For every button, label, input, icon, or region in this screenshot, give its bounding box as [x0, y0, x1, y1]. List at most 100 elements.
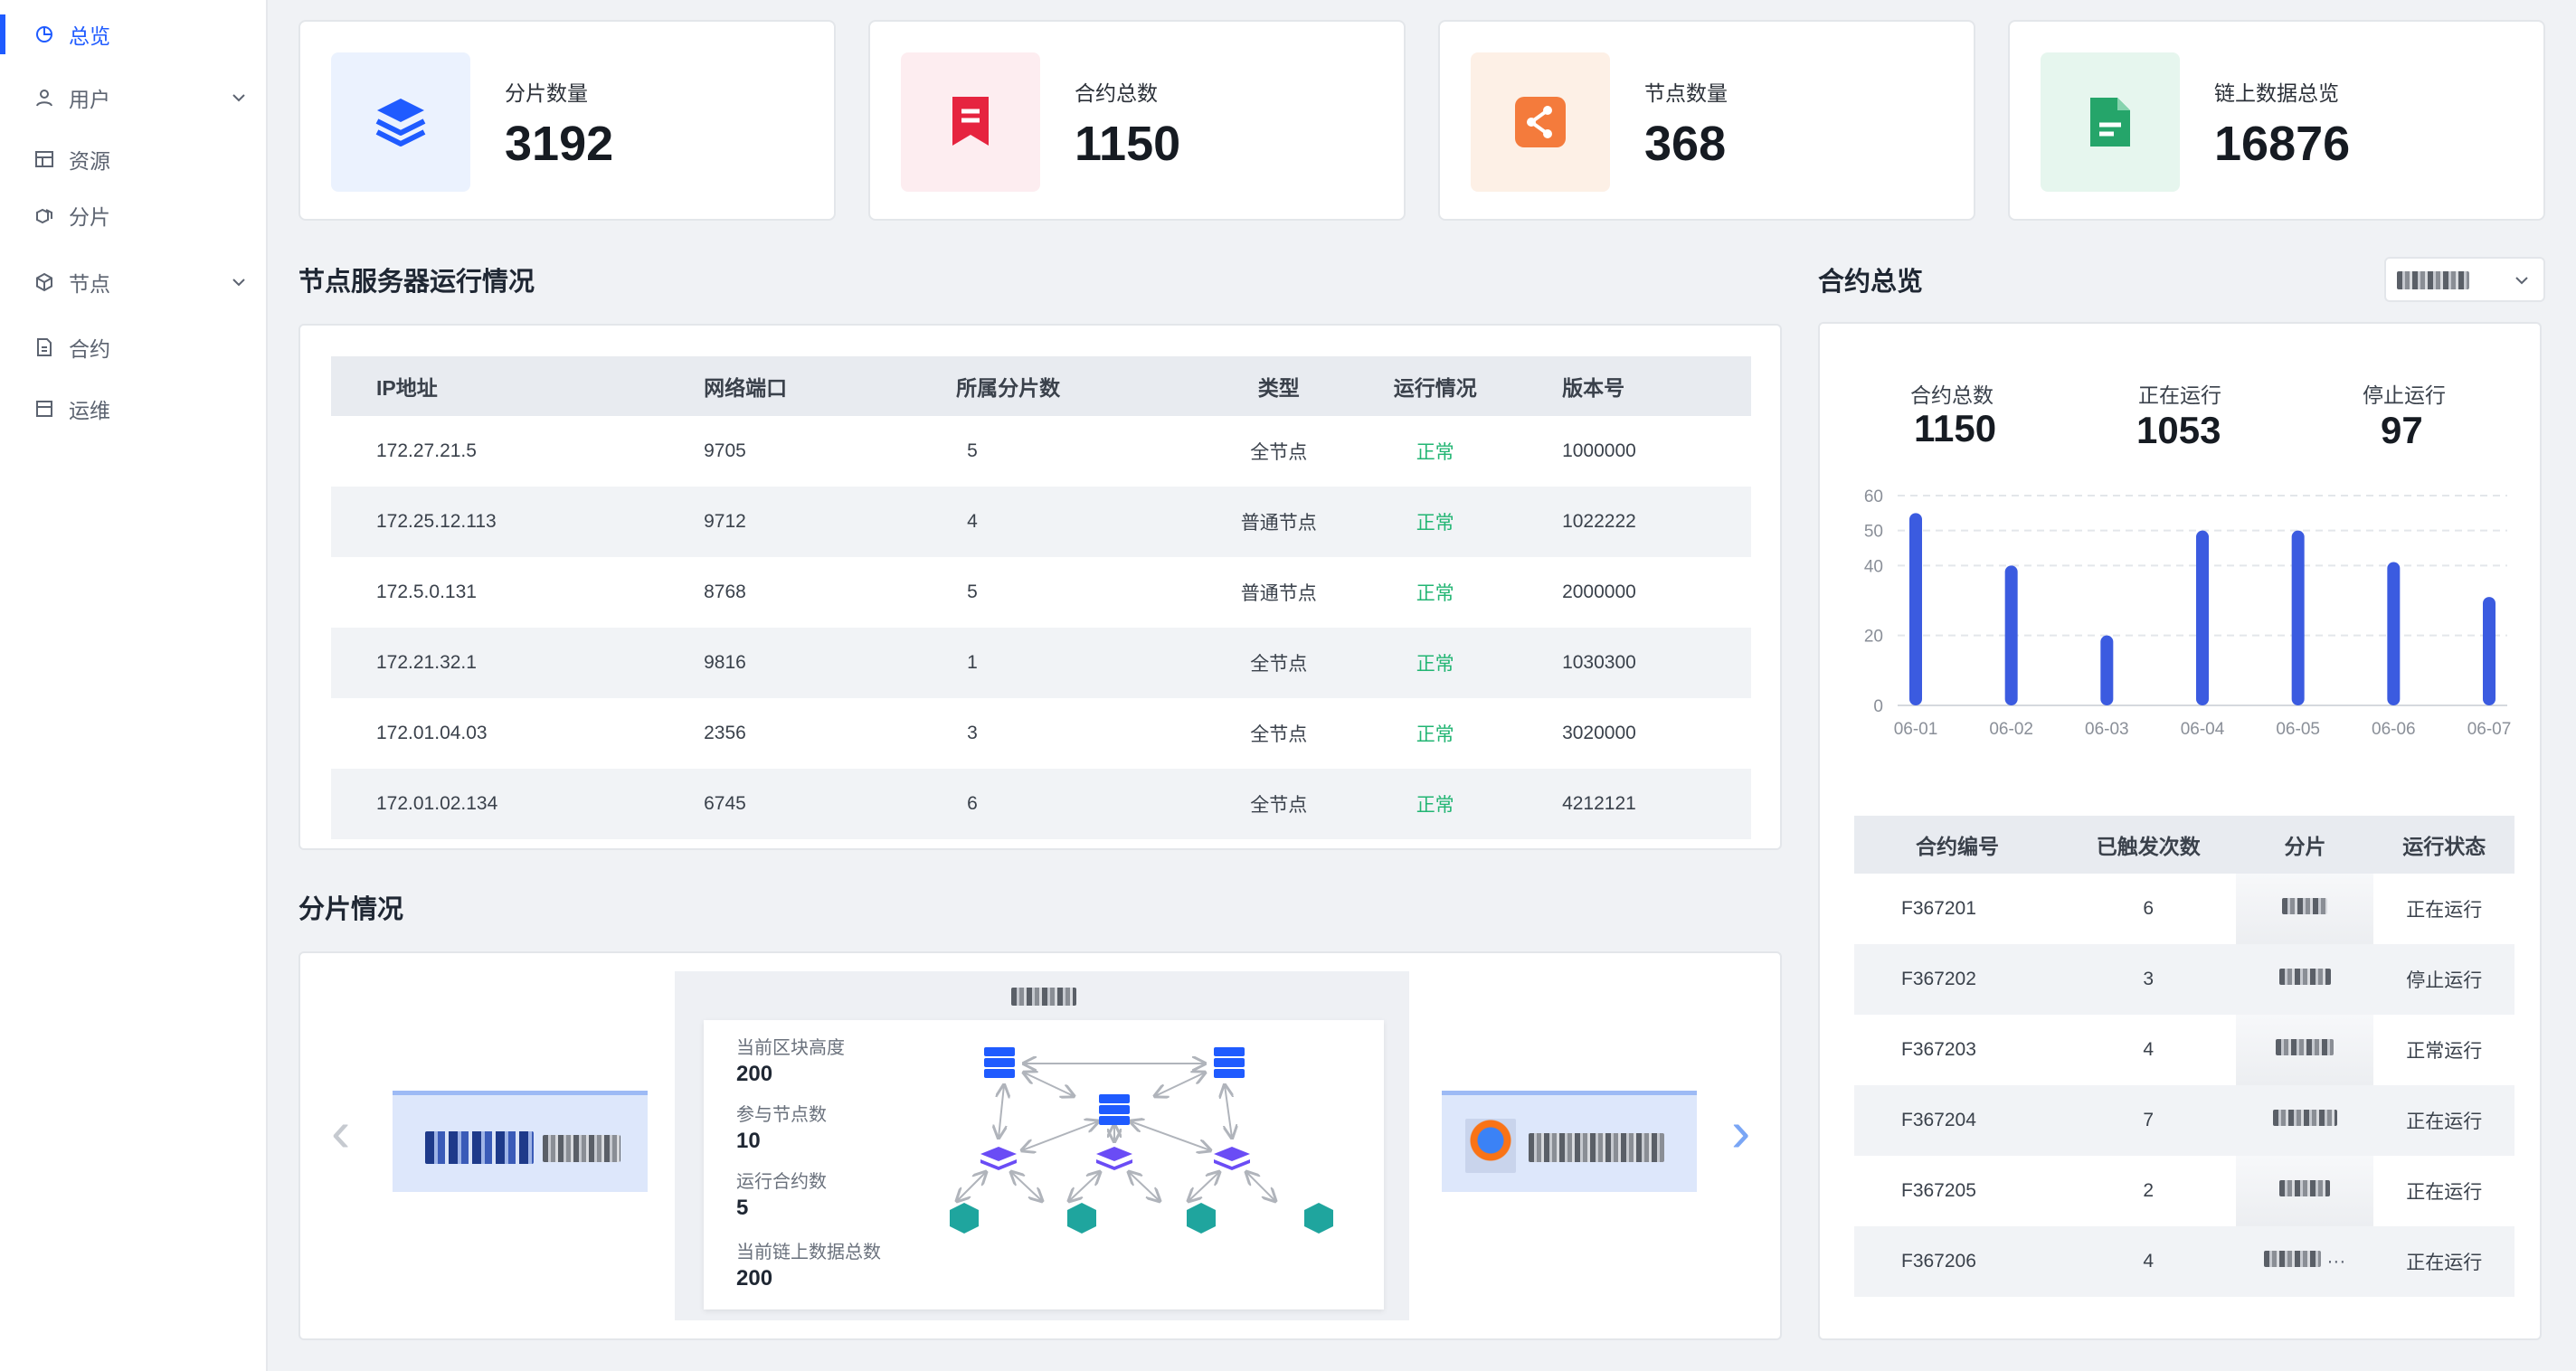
table-cell: 正常: [1353, 487, 1518, 557]
sidebar-item-ops[interactable]: 运维: [0, 383, 268, 434]
chevron-right-icon[interactable]: ›: [1731, 1098, 1750, 1165]
summary-label: 正在运行: [2138, 383, 2221, 407]
table-cell: 正常: [1416, 583, 1454, 604]
sidebar: 总览 用户 资源 分片 节点 合约 运维: [0, 0, 268, 1371]
table-cell: 全节点: [1204, 769, 1354, 839]
blurred-shard-name: [2278, 969, 2331, 985]
sidebar-item-nodes[interactable]: 节点: [0, 257, 268, 307]
table-cell: 9705: [704, 440, 746, 461]
shard-panel: ‹ 当前区块高度 200 参与节点数 10 运行合约数 5 当前链上数据总数 2…: [298, 951, 1782, 1340]
sidebar-item-users[interactable]: 用户: [0, 72, 268, 123]
table-cell: 4212121: [1517, 769, 1751, 839]
summary-value: 1053: [2136, 409, 2221, 451]
table-row: F367204 7 正在运行: [1854, 1085, 2514, 1156]
shard-cell: [2236, 874, 2374, 944]
metric-value: 10: [736, 1129, 761, 1153]
chart-bar: [2291, 530, 2305, 705]
table-cell: 172.25.12.113: [331, 487, 659, 557]
table-row: F367206 4 ··· 正在运行: [1854, 1226, 2514, 1297]
x-tick-label: 06-07: [2467, 720, 2512, 739]
chevron-down-icon: [232, 279, 245, 287]
table-cell: 5: [967, 581, 978, 602]
y-tick-label: 60: [1864, 487, 1883, 506]
node-section-title: 节点服务器运行情况: [298, 268, 535, 297]
status-badge: 停止运行: [2373, 944, 2514, 1015]
table-row: 172.21.32.1 9816 1 全节点 正常 1030300: [331, 628, 1751, 698]
metric-value: 200: [736, 1062, 773, 1086]
chevron-left-icon[interactable]: ‹: [331, 1098, 350, 1165]
summary-label: 停止运行: [2363, 383, 2446, 407]
x-tick-label: 06-06: [2372, 720, 2416, 739]
stat-card-shards: 分片数量 3192: [298, 20, 836, 221]
metric-value: 200: [736, 1266, 773, 1291]
metric-label: 参与节点数: [736, 1105, 827, 1125]
table-header-row: 合约编号 已触发次数 分片 运行状态: [1854, 816, 2514, 874]
table-cell: 6745: [658, 769, 912, 839]
contract-panel: 合约总数 1150 正在运行 1053 停止运行 97 0 20 40 50 60 06-…: [1818, 322, 2542, 1340]
stat-value: 368: [1644, 117, 1727, 171]
shard-cell: [2236, 1085, 2374, 1156]
table-cell: 正常: [1353, 628, 1518, 698]
stat-icon-box: [331, 52, 470, 192]
shard-topology-diagram: [950, 1047, 1333, 1234]
table-cell: 正常: [1416, 724, 1454, 745]
metric-label: 运行合约数: [736, 1172, 827, 1192]
shard-cell: [2236, 944, 2374, 1015]
dashboard-pie-icon: [34, 24, 54, 44]
stat-icon-box: [901, 52, 1040, 192]
sidebar-item-resources[interactable]: 资源: [0, 134, 268, 184]
sidebar-item-overview[interactable]: 总览: [0, 9, 268, 60]
chevron-down-icon: [232, 94, 245, 102]
user-icon: [34, 88, 54, 108]
table-cell: 1000000: [1562, 440, 1636, 461]
sidebar-item-contracts[interactable]: 合约: [0, 322, 268, 373]
blurred-shard-name: [425, 1131, 534, 1164]
contract-id: F367206: [1854, 1226, 2061, 1297]
y-tick-label: 50: [1864, 523, 1883, 542]
stat-label: 节点数量: [1644, 81, 1728, 105]
x-tick-label: 06-02: [1989, 720, 2033, 739]
contract-id: F367203: [1901, 1039, 1976, 1060]
contract-id: F367204: [1854, 1085, 2061, 1156]
stat-label: 分片数量: [505, 81, 588, 105]
blurred-shard-name: [1529, 1133, 1664, 1162]
shard-card-next[interactable]: [1442, 1091, 1697, 1192]
table-row: F367203 4 正常运行: [1854, 1015, 2514, 1085]
shard-select-dropdown[interactable]: [2384, 257, 2545, 302]
blurred-shard-title: [1011, 988, 1076, 1006]
trigger-count: 4: [2060, 1226, 2237, 1297]
table-row: 172.27.21.5 9705 5 全节点 正常 1000000: [331, 416, 1751, 487]
table-cell: 正常: [1353, 769, 1518, 839]
table-row: F367201 6 正在运行: [1854, 874, 2514, 944]
sidebar-item-label: 合约: [69, 337, 110, 361]
trigger-count: 4: [2143, 1039, 2155, 1060]
node-cube-icon: [34, 272, 54, 292]
stat-icon-box: [2041, 52, 2180, 192]
column-header: 分片: [2236, 816, 2374, 874]
table-cell: 172.27.21.5: [376, 440, 477, 461]
contract-file-icon: [34, 337, 54, 357]
table-cell: 172.01.02.134: [331, 769, 659, 839]
block-cube-icon: [950, 1203, 1333, 1234]
document-icon: [2090, 98, 2130, 147]
table-row: 172.25.12.113 9712 4 普通节点 正常 1022222: [331, 487, 1751, 557]
table-cell: 9816: [658, 628, 912, 698]
table-cell: 172.01.04.03: [376, 723, 488, 743]
table-cell: 172.21.32.1: [331, 628, 659, 698]
y-tick-label: 40: [1864, 557, 1883, 576]
table-cell: 2000000: [1562, 581, 1636, 602]
stat-card-contracts: 合约总数 1150: [868, 20, 1406, 221]
server-icon: [984, 1047, 1245, 1125]
status-badge: 正在运行: [2373, 1226, 2514, 1297]
sidebar-item-label: 运维: [69, 399, 110, 422]
column-header: 版本号: [1517, 356, 1751, 416]
contract-bar-chart: 0 20 40 50 60 06-01 06-02 06-03 06-04 06-05 06-06 0…: [1864, 487, 2512, 739]
table-cell: 3020000: [1562, 723, 1636, 743]
metric-label: 当前链上数据总数: [736, 1243, 881, 1262]
shard-card-prev[interactable]: [393, 1091, 648, 1192]
stat-value: 16876: [2214, 117, 2351, 171]
trigger-count: 2: [2143, 1180, 2155, 1201]
sidebar-item-shards[interactable]: 分片: [0, 190, 268, 241]
table-row: 172.5.0.131 8768 5 普通节点 正常 2000000: [331, 557, 1751, 628]
status-badge: 正在运行: [2406, 900, 2483, 921]
